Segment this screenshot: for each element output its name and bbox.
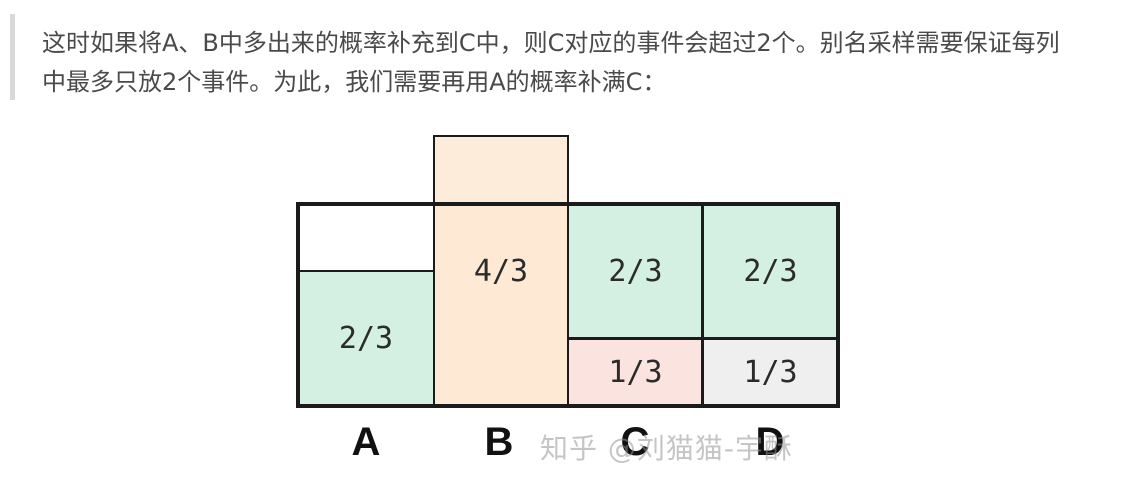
column-a-top-empty: [298, 204, 434, 271]
b-overflow-top-line: [433, 135, 569, 137]
divider-c-d: [701, 202, 704, 408]
divider-a-horizontal: [298, 270, 434, 272]
column-c-bottom-cell: 1/3: [568, 338, 703, 406]
column-c-top-cell: 2/3: [568, 204, 703, 338]
column-label-b: B: [484, 420, 514, 464]
frame-right-line: [836, 202, 840, 408]
column-d-bottom-cell: 1/3: [703, 338, 838, 406]
column-a-bottom-cell: 2/3: [298, 271, 434, 406]
frame-left-line: [296, 202, 300, 408]
zhihu-watermark: 知乎 @刘猫猫-宇酥: [540, 432, 794, 465]
column-b-main-cell: 4/3: [434, 204, 568, 338]
column-d-top-cell: 2/3: [703, 204, 838, 338]
alias-table-figure: 2/3 4/3 2/3 1/3 2/3 1/3 A B C D 知乎 @刘猫猫-…: [0, 0, 1131, 490]
b-overflow-left-line: [433, 135, 435, 204]
divider-a-b: [433, 202, 435, 408]
column-label-a: A: [351, 420, 381, 464]
divider-b-c: [567, 136, 569, 408]
column-b-lower-cell: [434, 338, 568, 406]
column-b-overflow-cell: [434, 136, 568, 204]
divider-cd-horizontal: [568, 337, 838, 340]
